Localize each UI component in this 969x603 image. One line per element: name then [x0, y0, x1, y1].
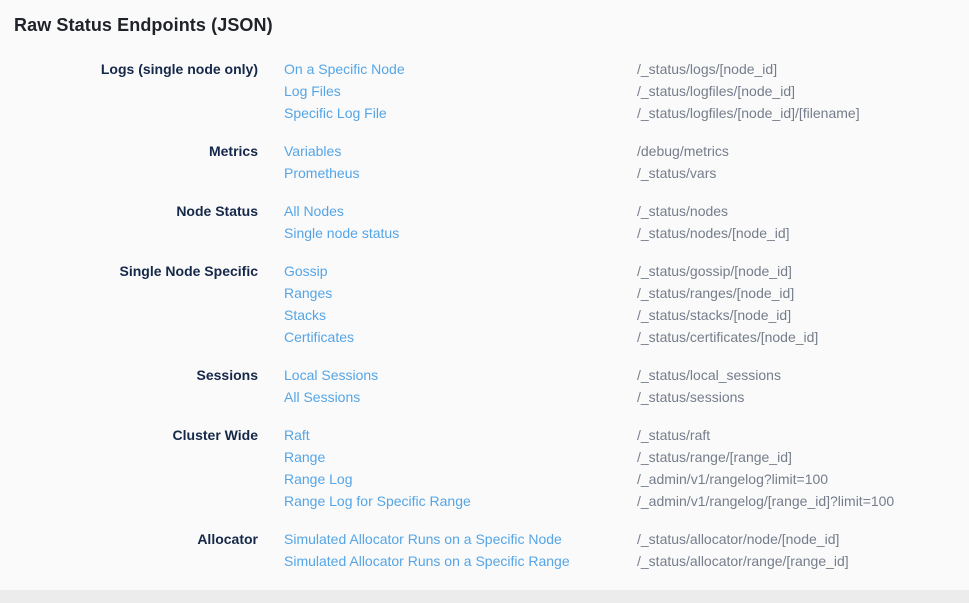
endpoint-link[interactable]: Raft	[284, 424, 637, 446]
category-label: Cluster Wide	[14, 424, 258, 446]
endpoint-link[interactable]: Certificates	[284, 326, 637, 348]
endpoint-link[interactable]: All Sessions	[284, 386, 637, 408]
endpoint-group-row: Cluster Wide RaftRangeRange LogRange Log…	[14, 424, 969, 512]
endpoint-group-row: Logs (single node only) On a Specific No…	[14, 58, 969, 124]
endpoint-path: /_status/certificates/[node_id]	[637, 326, 969, 348]
endpoint-link[interactable]: Gossip	[284, 260, 637, 282]
endpoint-path: /_status/logfiles/[node_id]	[637, 80, 969, 102]
footer-strip	[0, 590, 969, 603]
endpoint-path: /_status/range/[range_id]	[637, 446, 969, 468]
category-label: Single Node Specific	[14, 260, 258, 282]
paths-column: /_status/nodes/_status/nodes/[node_id]	[637, 200, 969, 244]
links-column: All NodesSingle node status	[284, 200, 637, 244]
endpoint-path: /_status/gossip/[node_id]	[637, 260, 969, 282]
endpoint-path: /_status/vars	[637, 162, 969, 184]
endpoint-path: /_status/raft	[637, 424, 969, 446]
links-column: RaftRangeRange LogRange Log for Specific…	[284, 424, 637, 512]
page-title: Raw Status Endpoints (JSON)	[14, 14, 969, 36]
paths-column: /_status/logs/[node_id]/_status/logfiles…	[637, 58, 969, 124]
endpoint-link[interactable]: Range Log for Specific Range	[284, 490, 637, 512]
endpoint-link[interactable]: All Nodes	[284, 200, 637, 222]
endpoint-path: /_status/ranges/[node_id]	[637, 282, 969, 304]
endpoint-path: /_status/sessions	[637, 386, 969, 408]
links-column: On a Specific NodeLog FilesSpecific Log …	[284, 58, 637, 124]
paths-column: /debug/metrics/_status/vars	[637, 140, 969, 184]
category-label: Metrics	[14, 140, 258, 162]
category-label: Logs (single node only)	[14, 58, 258, 80]
endpoint-link[interactable]: Variables	[284, 140, 637, 162]
endpoint-path: /_status/stacks/[node_id]	[637, 304, 969, 326]
endpoint-path: /_admin/v1/rangelog/[range_id]?limit=100	[637, 490, 969, 512]
endpoint-link[interactable]: Single node status	[284, 222, 637, 244]
endpoint-link[interactable]: Stacks	[284, 304, 637, 326]
endpoint-link[interactable]: On a Specific Node	[284, 58, 637, 80]
endpoint-path: /_status/nodes/[node_id]	[637, 222, 969, 244]
links-column: Simulated Allocator Runs on a Specific N…	[284, 528, 637, 572]
endpoint-group-row: Metrics VariablesPrometheus /debug/metri…	[14, 140, 969, 184]
paths-column: /_status/gossip/[node_id]/_status/ranges…	[637, 260, 969, 348]
endpoint-link[interactable]: Prometheus	[284, 162, 637, 184]
endpoint-link[interactable]: Simulated Allocator Runs on a Specific N…	[284, 528, 637, 550]
endpoint-path: /_admin/v1/rangelog?limit=100	[637, 468, 969, 490]
endpoint-group-row: Sessions Local SessionsAll Sessions /_st…	[14, 364, 969, 408]
endpoint-link[interactable]: Range	[284, 446, 637, 468]
endpoint-group-row: Node Status All NodesSingle node status …	[14, 200, 969, 244]
endpoint-link[interactable]: Ranges	[284, 282, 637, 304]
links-column: Local SessionsAll Sessions	[284, 364, 637, 408]
endpoint-group-row: Single Node Specific GossipRangesStacksC…	[14, 260, 969, 348]
endpoint-link[interactable]: Range Log	[284, 468, 637, 490]
category-label: Allocator	[14, 528, 258, 550]
endpoint-link[interactable]: Local Sessions	[284, 364, 637, 386]
paths-column: /_status/raft/_status/range/[range_id]/_…	[637, 424, 969, 512]
category-label: Node Status	[14, 200, 258, 222]
endpoint-path: /_status/logfiles/[node_id]/[filename]	[637, 102, 969, 124]
endpoint-path: /_status/nodes	[637, 200, 969, 222]
endpoint-path: /_status/local_sessions	[637, 364, 969, 386]
endpoint-table: Logs (single node only) On a Specific No…	[14, 58, 969, 572]
links-column: VariablesPrometheus	[284, 140, 637, 184]
endpoint-path: /debug/metrics	[637, 140, 969, 162]
endpoint-path: /_status/allocator/node/[node_id]	[637, 528, 969, 550]
links-column: GossipRangesStacksCertificates	[284, 260, 637, 348]
endpoint-group-row: Allocator Simulated Allocator Runs on a …	[14, 528, 969, 572]
paths-column: /_status/local_sessions/_status/sessions	[637, 364, 969, 408]
endpoint-link[interactable]: Simulated Allocator Runs on a Specific R…	[284, 550, 637, 572]
debug-endpoints-section: Raw Status Endpoints (JSON) Logs (single…	[0, 0, 969, 572]
endpoint-path: /_status/allocator/range/[range_id]	[637, 550, 969, 572]
endpoint-link[interactable]: Log Files	[284, 80, 637, 102]
paths-column: /_status/allocator/node/[node_id]/_statu…	[637, 528, 969, 572]
endpoint-path: /_status/logs/[node_id]	[637, 58, 969, 80]
category-label: Sessions	[14, 364, 258, 386]
endpoint-link[interactable]: Specific Log File	[284, 102, 637, 124]
